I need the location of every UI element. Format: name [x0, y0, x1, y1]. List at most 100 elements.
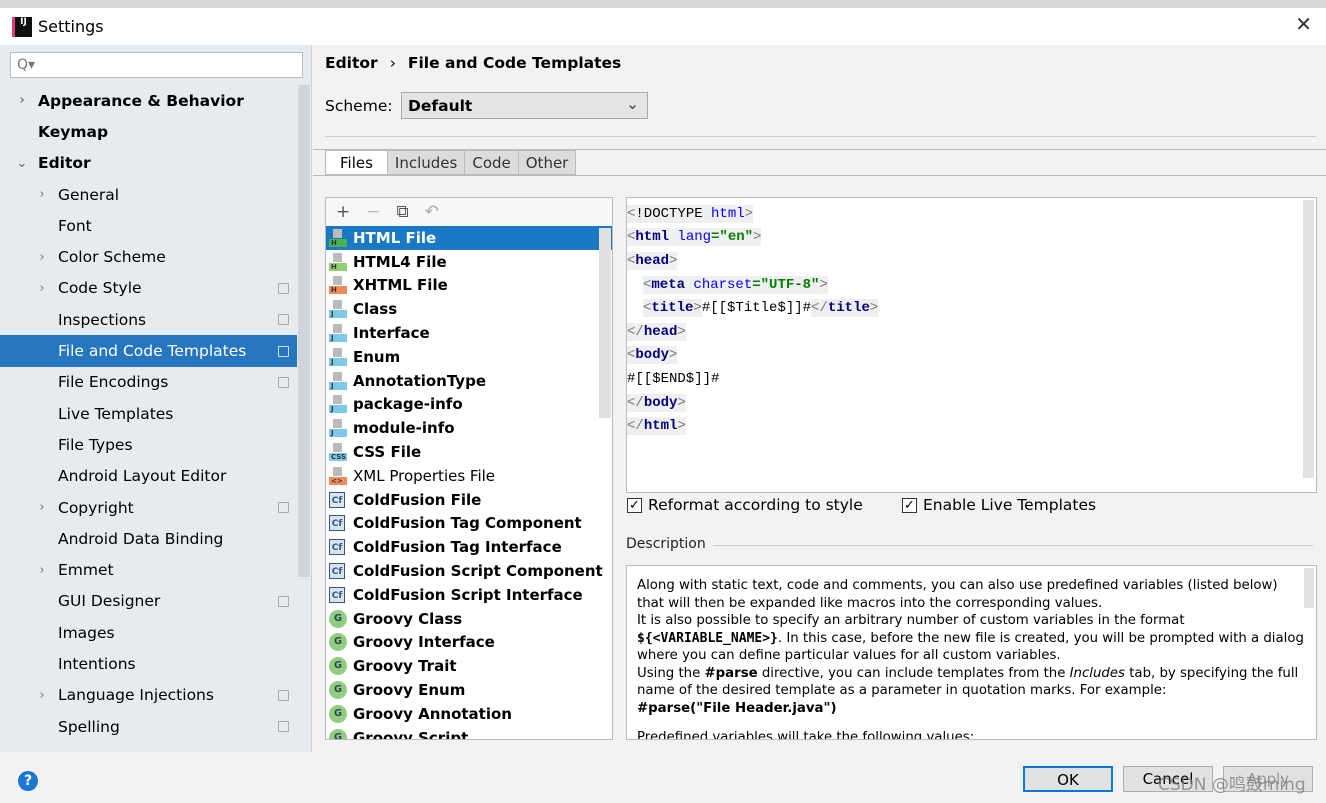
sidebar-item-language-injections[interactable]: › Language Injections	[0, 680, 297, 711]
template-item[interactable]: J AnnotationType	[326, 369, 612, 393]
search-input[interactable]: Q▾	[10, 52, 303, 78]
page-shape	[333, 395, 342, 405]
code-tag-group: <head>	[627, 251, 678, 270]
template-item[interactable]: Cf ColdFusion Script Interface	[326, 583, 612, 607]
sidebar-item-android-data-binding[interactable]: Android Data Binding	[0, 523, 297, 554]
sidebar-item-code-style[interactable]: › Code Style	[0, 273, 297, 304]
sidebar-item-copyright[interactable]: › Copyright	[0, 492, 297, 523]
template-item[interactable]: G Groovy Class	[326, 607, 612, 631]
template-list-panel: + − ⧉ ↶ H HTML File H HTML4 File H XHTML File…	[325, 197, 613, 740]
template-item[interactable]: <> XML Properties File	[326, 464, 612, 488]
desc-p1: Along with static text, code and comment…	[637, 578, 1278, 611]
chevron-right-icon[interactable]: ›	[36, 563, 48, 578]
sidebar-item-appearance-behavior[interactable]: › Appearance & Behavior	[0, 85, 297, 116]
template-item[interactable]: H HTML4 File	[326, 250, 612, 274]
reset-icon[interactable]: ↶	[425, 202, 439, 222]
code-tag-group: <meta charset="UTF-8">	[643, 275, 828, 294]
template-item[interactable]: G Groovy Interface	[326, 631, 612, 655]
sidebar-item-editor[interactable]: ⌄ Editor	[0, 148, 297, 179]
template-item[interactable]: Cf ColdFusion Tag Component	[326, 512, 612, 536]
sidebar-item-images[interactable]: Images	[0, 617, 297, 648]
template-item[interactable]: Jmodule-info	[326, 416, 612, 440]
help-button[interactable]: ?	[18, 771, 38, 791]
chevron-right-icon[interactable]: ›	[16, 93, 28, 108]
code-token: >	[677, 394, 686, 411]
breadcrumb-parent[interactable]: Editor	[325, 54, 378, 72]
template-item[interactable]: Jpackage-info	[326, 393, 612, 417]
template-list-scrollbar[interactable]	[599, 228, 611, 418]
sidebar-item-label: File Types	[58, 435, 133, 454]
sidebar-item-label: Keymap	[38, 122, 109, 141]
copy-icon[interactable]: ⧉	[397, 202, 409, 222]
template-label: HTML4 File	[353, 252, 447, 271]
template-item[interactable]: J Enum	[326, 345, 612, 369]
template-item[interactable]: G Groovy Trait	[326, 654, 612, 678]
tab-includes[interactable]: Includes	[387, 150, 466, 175]
template-item[interactable]: J Class	[326, 297, 612, 321]
tab-files[interactable]: Files	[325, 150, 388, 175]
code-token: !DOCTYPE	[635, 205, 712, 222]
template-item[interactable]: H HTML File	[326, 226, 612, 250]
template-item[interactable]: G Groovy Enum	[326, 678, 612, 702]
description-scrollbar[interactable]	[1304, 568, 1314, 608]
sidebar-item-label: TODO	[58, 749, 104, 752]
sidebar-item-inspections[interactable]: Inspections	[0, 304, 297, 335]
sidebar-item-font[interactable]: Font	[0, 210, 297, 241]
intellij-logo-icon: IJ	[12, 16, 32, 37]
groovy-file-icon: G	[329, 728, 347, 739]
live-templates-checkbox[interactable]: ✓ Enable Live Templates	[902, 496, 1096, 514]
sidebar-item-todo[interactable]: TODO	[0, 742, 297, 752]
sidebar-item-spelling[interactable]: Spelling	[0, 711, 297, 742]
template-item[interactable]: G Groovy Annotation	[326, 702, 612, 726]
add-icon[interactable]: +	[336, 202, 350, 222]
chevron-down-icon[interactable]: ⌄	[16, 156, 28, 171]
tab-code[interactable]: Code	[465, 150, 519, 175]
template-item[interactable]: Cf ColdFusion File	[326, 488, 612, 512]
template-item[interactable]: CSS CSS File	[326, 440, 612, 464]
chevron-right-icon[interactable]: ›	[36, 500, 48, 515]
code-token: </	[811, 300, 828, 317]
code-token: title	[651, 300, 694, 317]
sidebar-item-android-layout-editor[interactable]: Android Layout Editor	[0, 461, 297, 492]
ok-button[interactable]: OK	[1023, 766, 1113, 792]
sidebar-item-gui-designer[interactable]: GUI Designer	[0, 586, 297, 617]
tab-other[interactable]: Other	[518, 150, 577, 175]
java-file-icon: J	[329, 371, 347, 390]
sidebar-item-label: File Encodings	[58, 373, 169, 392]
sidebar-item-file-encodings[interactable]: File Encodings	[0, 367, 297, 398]
chevron-right-icon[interactable]: ›	[36, 250, 48, 265]
desc-p3f: #parse("File Header.java")	[637, 700, 837, 716]
template-item[interactable]: H XHTML File	[326, 274, 612, 298]
scheme-label: Scheme:	[325, 97, 393, 115]
sidebar-item-live-templates[interactable]: Live Templates	[0, 398, 297, 429]
chevron-right-icon[interactable]: ›	[36, 281, 48, 296]
checkbox-checked-icon: ✓	[902, 497, 917, 513]
chevron-right-icon[interactable]: ›	[36, 187, 48, 202]
desc-p2b: ${<VARIABLE_NAME>}	[637, 630, 778, 646]
sidebar-item-emmet[interactable]: › Emmet	[0, 554, 297, 585]
chevron-right-icon[interactable]: ›	[36, 688, 48, 703]
template-label: ColdFusion Tag Interface	[353, 538, 562, 557]
scheme-dropdown[interactable]: Default ⌄	[401, 92, 648, 119]
sidebar-item-keymap[interactable]: Keymap	[0, 116, 297, 147]
template-item[interactable]: J Interface	[326, 321, 612, 345]
sidebar-item-file-types[interactable]: File Types	[0, 429, 297, 460]
template-item[interactable]: Cf ColdFusion Tag Interface	[326, 535, 612, 559]
page-shape	[333, 419, 342, 429]
template-item[interactable]: G Groovy Script	[326, 726, 612, 739]
sidebar-item-general[interactable]: › General	[0, 179, 297, 210]
reformat-checkbox[interactable]: ✓ Reformat according to style	[627, 496, 863, 514]
close-icon[interactable]: ✕	[1295, 12, 1312, 36]
code-line: <title> #[[$Title$]]# </title>	[627, 296, 1316, 320]
file-badge: J	[329, 405, 347, 414]
editor-scrollbar[interactable]	[1303, 200, 1314, 478]
sidebar-item-color-scheme[interactable]: › Color Scheme	[0, 241, 297, 272]
sidebar-scrollbar[interactable]	[298, 85, 310, 577]
sidebar-item-file-and-code-templates[interactable]: File and Code Templates	[0, 335, 297, 367]
sidebar-item-label: Spelling	[58, 717, 120, 736]
template-item[interactable]: Cf ColdFusion Script Component	[326, 559, 612, 583]
code-tag-group: <html lang="en">	[627, 228, 762, 247]
sidebar-item-intentions[interactable]: Intentions	[0, 648, 297, 679]
template-code-editor[interactable]: <!DOCTYPE html> <html lang="en"> <head> <me…	[626, 197, 1317, 493]
remove-icon[interactable]: −	[366, 202, 380, 222]
